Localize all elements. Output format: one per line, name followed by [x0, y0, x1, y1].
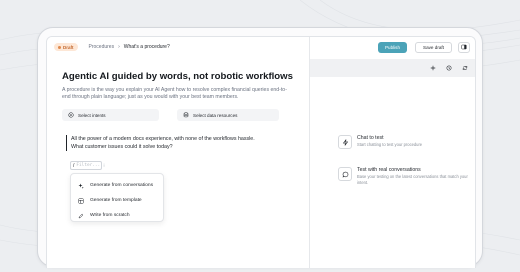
breadcrumb: Draft Procedures › What's a procedure? [47, 37, 309, 57]
lightning-icon [338, 135, 352, 149]
select-data-resources-button[interactable]: Select data resources [177, 109, 279, 121]
page-title[interactable]: Agentic AI guided by words, not robotic … [62, 71, 293, 82]
test-real-conversations-subtitle: Base your testing on the latest conversa… [357, 174, 468, 185]
chat-to-test-option[interactable]: Chat to test Start chatting to test your… [338, 135, 474, 149]
publish-button[interactable]: Publish [378, 41, 407, 53]
menu-item-write-from-scratch[interactable]: Write from scratch [71, 208, 163, 223]
quote-block[interactable]: All the power of a modern docs experienc… [66, 135, 255, 151]
menu-item-label: Generate from conversations [90, 183, 154, 188]
plus-icon[interactable] [430, 65, 436, 71]
editor-pane: Draft Procedures › What's a procedure? A… [47, 37, 309, 268]
refresh-icon[interactable] [462, 65, 468, 71]
menu-item-generate-from-conversations[interactable]: Generate from conversations [71, 178, 163, 193]
chat-to-test-subtitle: Start chatting to test your procedure [357, 142, 423, 147]
breadcrumb-current: What's a procedure? [123, 44, 170, 50]
chat-to-test-title: Chat to test [357, 135, 384, 141]
sparkle-icon [78, 183, 84, 189]
quote-line: All the power of a modern docs experienc… [71, 136, 255, 142]
slash-glyph: / [73, 162, 75, 169]
history-icon[interactable] [446, 65, 452, 71]
chat-bubble-icon [338, 167, 352, 181]
test-pane: Publish Save draft Chat to test Start ch… [309, 37, 475, 268]
save-draft-button[interactable]: Save draft [415, 41, 452, 53]
menu-item-generate-from-template[interactable]: Generate from template [71, 193, 163, 208]
page-description[interactable]: A procedure is the way you explain your … [62, 87, 294, 102]
sidebar-toggle-icon [461, 44, 467, 50]
toggle-panel-button[interactable] [458, 41, 470, 53]
insert-menu: Generate from conversations Generate fro… [70, 173, 164, 222]
select-intents-label: Select intents [78, 112, 106, 118]
slash-command-placeholder: Filter... [76, 163, 101, 168]
select-intents-button[interactable]: Select intents [62, 109, 159, 121]
breadcrumb-procedures-link[interactable]: Procedures [89, 44, 115, 50]
select-data-resources-label: Select data resources [193, 112, 238, 118]
header-actions: Publish Save draft [310, 37, 475, 57]
menu-item-label: Write from scratch [90, 213, 130, 218]
test-real-conversations-title: Test with real conversations [357, 167, 421, 173]
quote-line: What customer issues could it solve toda… [71, 144, 173, 150]
slash-command-input[interactable]: / Filter... ⁝ [70, 161, 105, 170]
test-real-conversations-option[interactable]: Test with real conversations Base your t… [338, 167, 474, 185]
device-frame: Draft Procedures › What's a procedure? A… [37, 27, 483, 268]
target-icon [68, 112, 74, 118]
draft-status-badge: Draft [54, 43, 78, 51]
database-icon [183, 112, 189, 118]
pencil-icon [78, 213, 84, 218]
menu-item-label: Generate from template [90, 198, 142, 203]
test-toolbar [310, 59, 475, 77]
template-icon [78, 198, 84, 203]
draft-label: Draft [63, 44, 74, 50]
breadcrumb-separator: › [118, 44, 120, 50]
app-window: Draft Procedures › What's a procedure? A… [46, 36, 476, 268]
drag-handle-icon[interactable]: ⁝ [103, 163, 105, 169]
draft-dot-icon [58, 45, 61, 49]
